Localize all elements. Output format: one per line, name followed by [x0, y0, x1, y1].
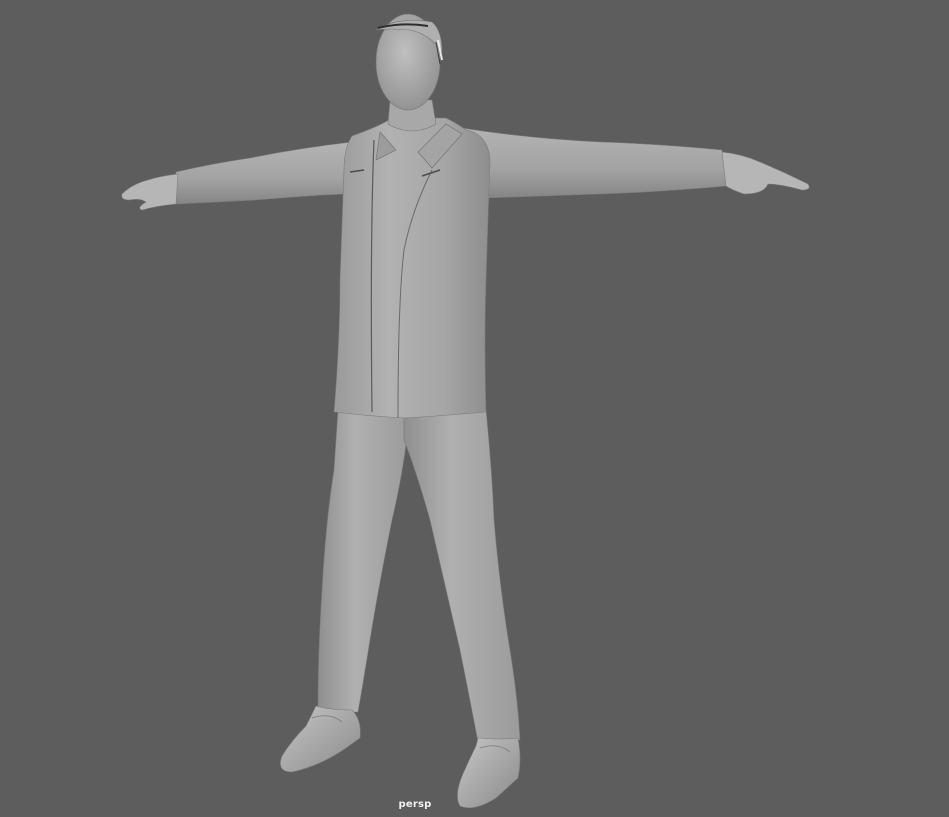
character-model[interactable] — [0, 0, 949, 817]
3d-viewport[interactable]: persp — [0, 0, 949, 817]
model-torso — [333, 117, 491, 419]
camera-name-label: persp — [398, 799, 432, 810]
model-head — [375, 13, 443, 111]
model-legs — [317, 409, 521, 743]
